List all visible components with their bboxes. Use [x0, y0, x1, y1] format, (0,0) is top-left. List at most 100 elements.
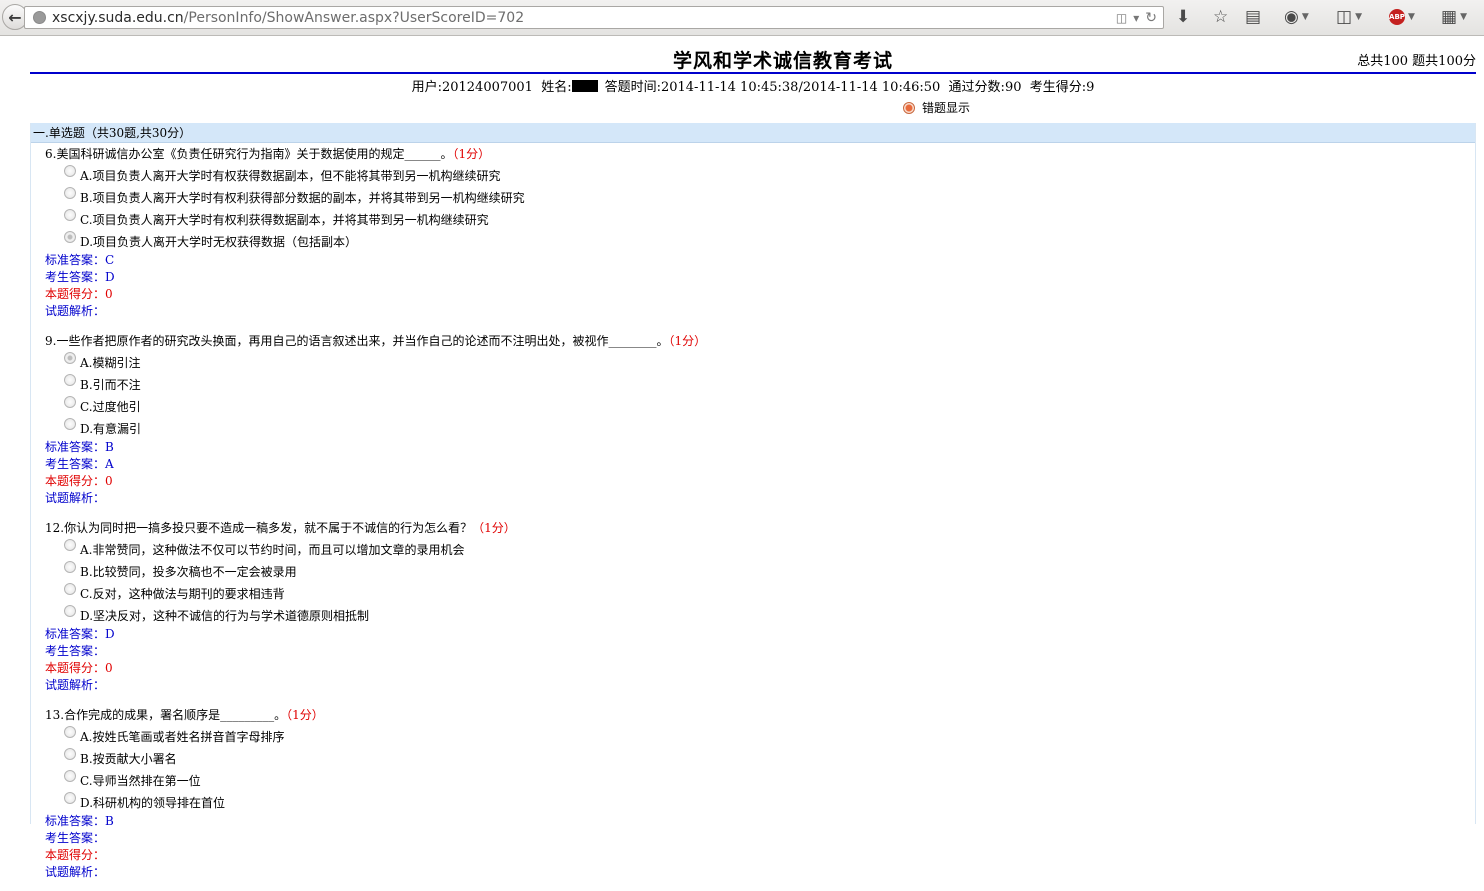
browser-toolbar: ← xscxjy.suda.edu.cn/PersonInfo/ShowAnsw…	[0, 0, 1484, 36]
question-analysis: 试题解析：	[45, 490, 1475, 507]
your-answer: 考生答案：D	[45, 269, 1475, 286]
address-bar[interactable]: xscxjy.suda.edu.cn/PersonInfo/ShowAnswer…	[24, 6, 1164, 29]
question-spacer	[45, 320, 1475, 330]
standard-answer-value: B	[105, 814, 114, 828]
option-radio[interactable]	[64, 418, 76, 430]
section-header: 一.单选题（共30题,共30分）	[31, 123, 1475, 143]
url-path: /PersonInfo/ShowAnswer.aspx?UserScoreID=…	[183, 9, 525, 26]
answer-option[interactable]: B.引而不注	[45, 373, 1475, 395]
option-radio[interactable]	[64, 209, 76, 221]
question-score-label: 本题得分：	[45, 474, 106, 488]
option-radio[interactable]	[64, 561, 76, 573]
download-icon[interactable]: ⬇	[1176, 7, 1190, 27]
option-label: B.引而不注	[80, 377, 141, 392]
question-text: 6.美国科研诚信办公室《负责任研究行为指南》关于数据使用的规定______。	[45, 147, 453, 161]
pocket-icon[interactable]: ◫ ▼	[1336, 7, 1362, 27]
answer-option[interactable]: D.项目负责人离开大学时无权获得数据（包括副本）	[45, 230, 1475, 252]
question-analysis-label: 试题解析：	[45, 304, 106, 318]
option-radio[interactable]	[64, 605, 76, 617]
option-radio[interactable]	[64, 396, 76, 408]
site-identity-icon[interactable]	[33, 11, 46, 24]
bookmarks-list-icon[interactable]: ▤	[1245, 7, 1261, 27]
option-radio[interactable]	[64, 231, 76, 243]
question-analysis-label: 试题解析：	[45, 865, 106, 879]
answer-option[interactable]: D.有意漏引	[45, 417, 1475, 439]
standard-answer-value: D	[105, 627, 115, 641]
question-points: （1分）	[472, 521, 516, 535]
answer-option[interactable]: A.按姓氏笔画或者姓名拼音首字母排序	[45, 725, 1475, 747]
page-title: 学风和学术诚信教育考试	[672, 50, 893, 72]
question-score: 本题得分：0	[45, 473, 1475, 490]
question-score-value: 0	[105, 661, 113, 675]
answer-option[interactable]: B.项目负责人离开大学时有权利获得部分数据的副本，并将其带到另一机构继续研究	[45, 186, 1475, 208]
answer-option[interactable]: D.科研机构的领导排在首位	[45, 791, 1475, 813]
question-block: 13.合作完成的成果，署名顺序是_________。（1分） A.按姓氏笔画或者姓…	[31, 705, 1475, 891]
question-text: 13.合作完成的成果，署名顺序是_________。	[45, 708, 287, 722]
score-summary: 总共100 题共100分	[1357, 54, 1476, 69]
option-label: B.按贡献大小署名	[80, 751, 177, 766]
option-radio[interactable]	[64, 583, 76, 595]
standard-answer: 标准答案：C	[45, 252, 1475, 269]
answer-option[interactable]: B.按贡献大小署名	[45, 747, 1475, 769]
question-points: （1分）	[286, 708, 324, 722]
url-host: xscxjy.suda.edu.cn	[52, 9, 184, 26]
question-analysis-label: 试题解析：	[45, 491, 106, 505]
option-radio[interactable]	[64, 539, 76, 551]
answer-option[interactable]: D.坚决反对，这种不诚信的行为与学术道德原则相抵制	[45, 604, 1475, 626]
option-label: C.反对，这种做法与期刊的要求相违背	[80, 586, 285, 601]
answer-option[interactable]: C.反对，这种做法与期刊的要求相违背	[45, 582, 1475, 604]
option-radio[interactable]	[64, 792, 76, 804]
question-score-label: 本题得分：	[45, 848, 106, 862]
question-score: 本题得分：0	[45, 660, 1475, 677]
questions-container: 6.美国科研诚信办公室《负责任研究行为指南》关于数据使用的规定______。 （1…	[31, 144, 1475, 891]
question-score-label: 本题得分：	[45, 287, 106, 301]
wrong-only-toggle[interactable]: 错题显示	[903, 99, 970, 116]
answer-option[interactable]: B.比较赞同，投多次稿也不一定会被录用	[45, 560, 1475, 582]
question-text: 9.一些作者把原作者的研究改头换面，再用自己的语言叙述出来，并当作自己的论述而不…	[45, 334, 669, 348]
question-score: 本题得分：	[45, 847, 1475, 864]
crop-icon[interactable]: ▦ ▼	[1441, 7, 1467, 27]
reload-icon[interactable]: ↻	[1145, 10, 1157, 26]
standard-answer-value: B	[105, 440, 114, 454]
wrong-only-label: 错题显示	[922, 101, 971, 115]
option-label: C.过度他引	[80, 399, 141, 414]
option-radio[interactable]	[64, 352, 76, 364]
option-radio[interactable]	[64, 726, 76, 738]
bookmark-star-icon[interactable]: ☆	[1213, 7, 1228, 27]
option-radio[interactable]	[64, 748, 76, 760]
answer-option[interactable]: A.项目负责人离开大学时有权获得数据副本，但不能将其带到另一机构继续研究	[45, 164, 1475, 186]
answer-option[interactable]: A.非常赞同，这种做法不仅可以节约时间，而且可以增加文章的录用机会	[45, 538, 1475, 560]
option-radio[interactable]	[64, 165, 76, 177]
question-stem: 9.一些作者把原作者的研究改头换面，再用自己的语言叙述出来，并当作自己的论述而不…	[45, 331, 1475, 351]
standard-answer: 标准答案：B	[45, 439, 1475, 456]
question-score-label: 本题得分：	[45, 661, 106, 675]
answer-option[interactable]: C.过度他引	[45, 395, 1475, 417]
your-answer-label: 考生答案：	[45, 270, 106, 284]
option-radio[interactable]	[64, 374, 76, 386]
option-label: B.项目负责人离开大学时有权利获得部分数据的副本，并将其带到另一机构继续研究	[80, 190, 525, 205]
answer-option[interactable]: C.项目负责人离开大学时有权利获得数据副本，并将其带到另一机构继续研究	[45, 208, 1475, 230]
wrong-only-radio[interactable]	[903, 101, 915, 114]
option-radio[interactable]	[64, 770, 76, 782]
your-answer: 考生答案：A	[45, 456, 1475, 473]
history-dropdown-icon[interactable]: ▾	[1133, 11, 1139, 25]
user-info-id: 用户:20124007001 姓名:	[411, 80, 572, 95]
answer-option[interactable]: C.导师当然排在第一位	[45, 769, 1475, 791]
question-stem: 6.美国科研诚信办公室《负责任研究行为指南》关于数据使用的规定______。（1…	[45, 144, 1475, 164]
question-score-value: 0	[105, 287, 113, 301]
option-label: A.按姓氏笔画或者姓名拼音首字母排序	[80, 729, 285, 744]
answer-option[interactable]: A.模糊引注	[45, 351, 1475, 373]
standard-answer-label: 标准答案：	[45, 440, 106, 454]
question-block: 9.一些作者把原作者的研究改头换面，再用自己的语言叙述出来，并当作自己的论述而不…	[31, 331, 1475, 517]
question-list: 一.单选题（共30题,共30分） 6.美国科研诚信办公室《负责任研究行为指南》关…	[30, 123, 1476, 879]
your-answer: 考生答案：	[45, 830, 1475, 847]
option-label: C.项目负责人离开大学时有权利获得数据副本，并将其带到另一机构继续研究	[80, 212, 489, 227]
adblock-icon[interactable]: ABP ▼	[1389, 7, 1415, 27]
user-info: 用户:20124007001 姓名: 答题时间:2014-11-14 10:45:…	[0, 76, 1484, 95]
standard-answer-label: 标准答案：	[45, 253, 106, 267]
question-block: 6.美国科研诚信办公室《负责任研究行为指南》关于数据使用的规定______。（1…	[31, 144, 1475, 330]
url-bar-actions: ◫ ▾ ↻	[1116, 10, 1157, 26]
addon-globe-icon[interactable]: ◉ ▼	[1284, 7, 1309, 27]
reader-icon[interactable]: ◫	[1116, 11, 1127, 25]
option-radio[interactable]	[64, 187, 76, 199]
